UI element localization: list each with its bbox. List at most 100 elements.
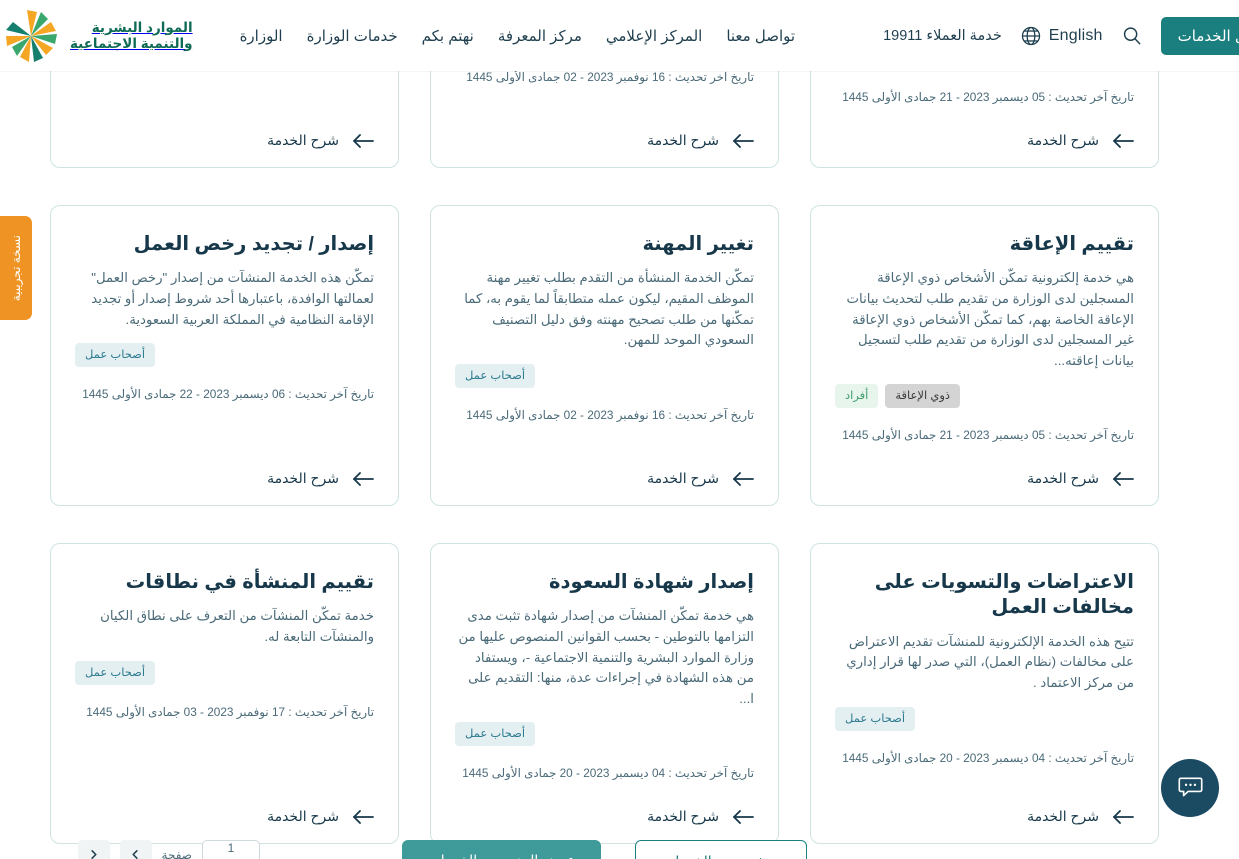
service-details-label: شرح الخدمة bbox=[647, 808, 719, 824]
arrow-left-icon bbox=[1112, 133, 1134, 148]
service-card[interactable]: تقييم الإعاقة هي خدمة إلكترونية تمكّن ال… bbox=[810, 71, 1159, 168]
service-card[interactable]: تغيير المهنة تمكّن الخدمة المنشأة من الت… bbox=[430, 71, 779, 168]
service-updated-date: تاريخ آخر تحديث : 16 نوفمبر 2023 - 02 جم… bbox=[466, 71, 754, 84]
search-button[interactable] bbox=[1121, 25, 1143, 47]
service-tag[interactable]: أصحاب عمل bbox=[455, 722, 536, 747]
site-header: الموارد البشرية والتنمية الاجتماعية الوز… bbox=[0, 0, 1239, 71]
services-guide-button[interactable]: دليل الخدمات bbox=[1160, 16, 1239, 55]
service-card[interactable]: إصدار / تجديد رخص العمل تمكّن هذه الخدمة… bbox=[50, 71, 399, 168]
service-details-label: شرح الخدمة bbox=[647, 132, 719, 148]
service-card[interactable]: تقييم الإعاقة هي خدمة إلكترونية تمكّن ال… bbox=[810, 205, 1159, 506]
service-tags: أفراد ذوي الإعاقة bbox=[835, 384, 1134, 409]
nav-item-knowledge-center[interactable]: مركز المعرفة bbox=[498, 27, 582, 45]
service-title: تغيير المهنة bbox=[642, 233, 754, 255]
arrow-left-icon bbox=[352, 133, 374, 148]
service-details-label: شرح الخدمة bbox=[1027, 132, 1099, 148]
ministry-name: الموارد البشرية والتنمية الاجتماعية bbox=[70, 20, 193, 52]
service-card[interactable]: تغيير المهنة تمكّن الخدمة المنشأة من الت… bbox=[430, 205, 779, 506]
service-details-link[interactable]: شرح الخدمة bbox=[1027, 470, 1134, 487]
service-details-link[interactable]: شرح الخدمة bbox=[647, 470, 754, 487]
service-card[interactable]: إصدار شهادة السعودة هي خدمة تمكّن المنشآ… bbox=[430, 543, 779, 844]
service-tags: أصحاب عمل bbox=[75, 660, 374, 685]
nav-item-ministry-services[interactable]: خدمات الوزارة bbox=[307, 27, 398, 45]
footer-controls: عرض المزيد من الخدمات تصفح جميع الخدمات … bbox=[0, 840, 1239, 859]
service-description: هي خدمة إلكترونية تمكّن الأشخاص ذوي الإع… bbox=[846, 270, 1135, 368]
globe-icon bbox=[1020, 25, 1042, 47]
arrow-left-icon bbox=[732, 133, 754, 148]
service-tag[interactable]: أفراد bbox=[835, 384, 879, 409]
arrow-left-icon bbox=[352, 471, 374, 486]
main-navigation: الوزارة خدمات الوزارة نهتم بكم مركز المع… bbox=[240, 27, 795, 45]
service-details-label: شرح الخدمة bbox=[267, 470, 339, 486]
arrow-left-icon bbox=[1112, 809, 1134, 824]
nav-item-we-care[interactable]: نهتم بكم bbox=[422, 27, 474, 45]
service-description: تمكّن هذه الخدمة المنشآت من إصدار "رخص ا… bbox=[91, 270, 374, 327]
service-card[interactable]: تقييم المنشأة في نطاقات خدمة تمكّن المنش… bbox=[50, 543, 399, 844]
service-title: إصدار / تجديد رخص العمل bbox=[133, 233, 374, 255]
ministry-name-line1: الموارد البشرية bbox=[91, 19, 193, 35]
service-tag[interactable]: أصحاب عمل bbox=[75, 343, 156, 368]
language-switcher[interactable]: English bbox=[1020, 25, 1103, 47]
services-listing: تقييم الإعاقة هي خدمة إلكترونية تمكّن ال… bbox=[0, 71, 1239, 859]
pagination: صفحة 1 bbox=[77, 840, 260, 859]
service-updated-date: تاريخ آخر تحديث : 05 ديسمبر 2023 - 21 جم… bbox=[842, 90, 1134, 105]
services-grid: تقييم الإعاقة هي خدمة إلكترونية تمكّن ال… bbox=[49, 71, 1159, 844]
service-tag[interactable]: أصحاب عمل bbox=[835, 706, 916, 731]
ministry-logo[interactable]: الموارد البشرية والتنمية الاجتماعية bbox=[0, 8, 193, 64]
service-title: إصدار شهادة السعودة bbox=[548, 571, 754, 593]
service-description: تتيح هذه الخدمة الإلكترونية للمنشآت تقدي… bbox=[846, 633, 1134, 690]
chevron-right-icon bbox=[88, 848, 99, 859]
search-icon bbox=[1121, 25, 1143, 47]
service-title: الاعتراضات والتسويات على مخالفات العمل bbox=[874, 571, 1134, 619]
header-utilities: خدمة العملاء 19911 English الخدمات bbox=[883, 12, 1239, 60]
service-tags: أصحاب عمل bbox=[835, 706, 1134, 731]
beta-version-label: نسخة تجريبية bbox=[9, 234, 23, 302]
pagination-page-select[interactable]: 1 bbox=[202, 840, 260, 859]
chat-support-button[interactable] bbox=[1161, 759, 1219, 817]
pagination-prev-button[interactable] bbox=[77, 840, 110, 859]
pagination-next-button[interactable] bbox=[119, 840, 152, 859]
service-details-label: شرح الخدمة bbox=[1027, 808, 1099, 824]
service-details-link[interactable]: شرح الخدمة bbox=[647, 808, 754, 825]
service-details-link[interactable]: شرح الخدمة bbox=[267, 470, 374, 487]
ministry-starburst-icon bbox=[0, 8, 62, 64]
beta-version-tab[interactable]: نسخة تجريبية bbox=[0, 216, 32, 320]
service-updated-date: تاريخ آخر تحديث : 16 نوفمبر 2023 - 02 جم… bbox=[466, 407, 754, 422]
service-tags: أصحاب عمل bbox=[455, 722, 754, 747]
service-title: تقييم الإعاقة bbox=[1009, 233, 1134, 255]
service-description: هي خدمة تمكّن المنشآت من إصدار شهادة تثب… bbox=[458, 608, 754, 706]
service-updated-date: تاريخ آخر تحديث : 04 ديسمبر 2023 - 20 جم… bbox=[842, 750, 1134, 765]
service-updated-date: تاريخ آخر تحديث : 06 ديسمبر 2023 - 22 جم… bbox=[82, 387, 374, 402]
service-tag[interactable]: أصحاب عمل bbox=[455, 363, 536, 388]
nav-item-media-center[interactable]: المركز الإعلامي bbox=[606, 27, 702, 45]
service-updated-date: تاريخ آخر تحديث : 05 ديسمبر 2023 - 21 جم… bbox=[842, 428, 1134, 443]
arrow-left-icon bbox=[1112, 471, 1134, 486]
service-details-link[interactable]: شرح الخدمة bbox=[647, 132, 754, 149]
service-card[interactable]: الاعتراضات والتسويات على مخالفات العمل ت… bbox=[810, 543, 1159, 844]
listing-action-buttons: عرض المزيد من الخدمات تصفح جميع الخدمات bbox=[401, 840, 807, 859]
service-tags: أصحاب عمل bbox=[455, 363, 754, 388]
service-tag[interactable]: ذوي الإعاقة bbox=[885, 384, 961, 409]
nav-item-contact-us[interactable]: تواصل معنا bbox=[726, 27, 795, 45]
service-details-link[interactable]: شرح الخدمة bbox=[267, 132, 374, 149]
service-details-label: شرح الخدمة bbox=[267, 132, 339, 148]
service-details-label: شرح الخدمة bbox=[647, 470, 719, 486]
service-tag[interactable]: أصحاب عمل bbox=[75, 660, 156, 685]
chat-bubble-icon bbox=[1176, 772, 1205, 804]
arrow-left-icon bbox=[732, 471, 754, 486]
nav-item-ministry[interactable]: الوزارة bbox=[240, 27, 283, 45]
arrow-left-icon bbox=[352, 809, 374, 824]
browse-all-services-button[interactable]: تصفح جميع الخدمات bbox=[635, 840, 807, 859]
arrow-left-icon bbox=[732, 809, 754, 824]
service-tags: أصحاب عمل bbox=[75, 343, 374, 368]
service-details-link[interactable]: شرح الخدمة bbox=[267, 808, 374, 825]
pagination-page-value: 1 bbox=[227, 841, 235, 855]
service-details-link[interactable]: شرح الخدمة bbox=[1027, 132, 1134, 149]
service-details-label: شرح الخدمة bbox=[267, 808, 339, 824]
chevron-left-icon bbox=[130, 848, 141, 859]
show-more-services-button[interactable]: عرض المزيد من الخدمات bbox=[401, 840, 602, 859]
customer-service-number[interactable]: خدمة العملاء 19911 bbox=[883, 28, 1002, 44]
service-updated-date: تاريخ آخر تحديث : 04 ديسمبر 2023 - 20 جم… bbox=[462, 766, 754, 781]
service-details-link[interactable]: شرح الخدمة bbox=[1027, 808, 1134, 825]
service-card[interactable]: إصدار / تجديد رخص العمل تمكّن هذه الخدمة… bbox=[50, 205, 399, 506]
